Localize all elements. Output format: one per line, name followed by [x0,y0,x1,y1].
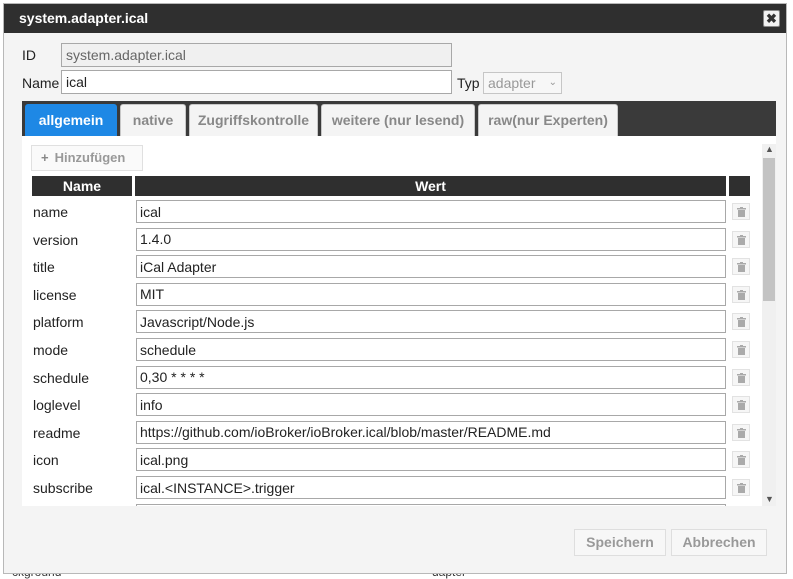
table-row: mode [22,337,762,364]
tab-bar: allgemein native Zugriffskontrolle weite… [22,101,776,136]
close-icon: ✖ [766,11,777,26]
trash-icon [737,234,746,245]
table-row: icon [22,447,762,474]
row-key: icon [33,452,59,469]
trash-icon [737,262,746,273]
row-value-input[interactable] [136,255,726,279]
row-key: name [33,204,69,220]
name-label: Name [22,75,60,91]
scroll-up-icon[interactable]: ▲ [765,144,774,154]
id-label: ID [22,47,36,63]
trash-icon [737,207,746,217]
row-key: platform [33,314,84,331]
row-key: subscribe [33,480,93,496]
vertical-scrollbar[interactable]: ▲ ▼ [762,144,776,506]
close-button[interactable]: ✖ [763,10,780,27]
table-row: subscribe [22,475,762,502]
scroll-down-icon[interactable]: ▼ [765,494,774,504]
dialog-title: system.adapter.ical [19,10,149,26]
tab-raw[interactable]: raw(nur Experten) [478,104,618,136]
trash-icon [737,483,746,493]
name-field[interactable] [61,70,452,94]
trash-icon [737,400,746,411]
tab-weitere[interactable]: weitere (nur lesend) [321,104,475,136]
table-row: platform [22,309,762,336]
row-key: title [33,259,55,276]
table-row: loglevel [22,392,762,419]
save-button[interactable]: Speichern [574,529,666,556]
delete-row-button[interactable] [732,396,750,414]
delete-row-button[interactable] [732,423,750,441]
delete-row-button[interactable] [732,479,750,496]
row-value-input[interactable] [136,476,726,499]
table-row: schedule [22,365,762,392]
properties-panel: + Hinzufügen Name Wert name version title li… [22,136,776,506]
row-key: loglevel [33,397,81,414]
row-value-input[interactable] [136,365,726,389]
table-row [22,503,762,506]
row-value-input[interactable] [136,393,726,417]
tab-allgemein[interactable]: allgemein [25,104,117,136]
cancel-button[interactable]: Abbrechen [671,529,767,556]
type-select[interactable]: adapter ⌄ [483,72,562,94]
row-value-input[interactable] [136,310,726,334]
table-row: name [22,199,762,226]
add-button[interactable]: + Hinzufügen [31,145,143,171]
trash-icon [737,345,746,355]
row-key: license [33,286,77,303]
row-value-input[interactable] [136,338,726,361]
dialog-titlebar: system.adapter.ical [4,4,786,33]
delete-row-button[interactable] [732,258,750,276]
row-key: version [33,231,79,248]
type-select-value: adapter [488,75,536,91]
row-value-input[interactable] [136,448,726,472]
chevron-down-icon: ⌄ [548,77,557,88]
delete-row-button[interactable] [732,341,750,358]
scrollbar-thumb[interactable] [763,158,775,301]
add-button-label: Hinzufügen [54,150,126,165]
table-row: version [22,227,762,254]
row-value-input[interactable] [136,200,726,223]
column-header-value: Wert [135,176,726,196]
tab-native[interactable]: native [120,104,186,136]
trash-icon [737,427,746,438]
object-edit-dialog: system.adapter.ical ✖ ID Name Typ adapte… [3,3,787,574]
column-header-name: Name [32,176,132,196]
delete-row-button[interactable] [732,203,750,220]
trash-icon [737,455,746,466]
trash-icon [737,372,746,383]
row-key: mode [33,342,69,358]
table-row: license [22,282,762,309]
table-row: title [22,254,762,281]
plus-icon: + [41,150,49,165]
type-label: Typ [457,75,480,91]
row-key: readme [33,424,81,441]
row-value-input[interactable] [136,227,726,251]
row-value-input[interactable] [136,282,726,306]
delete-row-button[interactable] [732,451,750,469]
row-key: schedule [33,369,90,386]
table-row: readme [22,420,762,447]
row-value-input[interactable] [136,420,726,444]
trash-icon [737,317,746,328]
delete-row-button[interactable] [732,230,750,248]
delete-row-button[interactable] [732,313,750,331]
delete-row-button[interactable] [732,285,750,303]
tab-zugriffskontrolle[interactable]: Zugriffskontrolle [189,104,318,136]
delete-row-button[interactable] [732,368,750,386]
trash-icon [737,289,746,300]
column-header-actions [729,176,750,196]
row-value-input[interactable] [136,503,726,506]
id-field[interactable] [61,43,452,67]
